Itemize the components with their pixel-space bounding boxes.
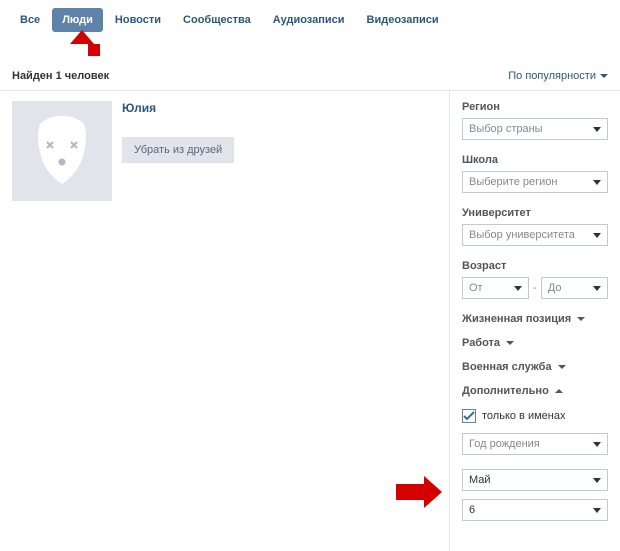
filter-life-stance-toggle[interactable]: Жизненная позиция [462, 313, 608, 325]
work-label: Работа [462, 337, 500, 349]
results-list: Юлия Убрать из друзей [0, 91, 450, 551]
person-name-link[interactable]: Юлия [122, 101, 234, 115]
region-select[interactable]: Выбор страны [462, 118, 608, 140]
chevron-down-icon [593, 233, 601, 238]
school-select[interactable]: Выберите регион [462, 171, 608, 193]
birth-day-select[interactable]: 6 [462, 499, 608, 521]
tab-news[interactable]: Новости [105, 8, 171, 32]
filter-region: Регион Выбор страны [462, 101, 608, 140]
filter-school: Школа Выберите регион [462, 154, 608, 193]
check-icon [463, 411, 475, 421]
chevron-down-icon [593, 478, 601, 483]
filter-military-toggle[interactable]: Военная служба [462, 361, 608, 373]
school-label: Школа [462, 154, 608, 166]
chevron-up-icon [555, 389, 563, 393]
filter-age: Возраст От - До [462, 260, 608, 299]
annotation-arrow-up [70, 30, 94, 44]
results-count: Найден 1 человек [12, 70, 109, 82]
filter-work-toggle[interactable]: Работа [462, 337, 608, 349]
age-from-value: От [469, 282, 483, 294]
chevron-down-icon [593, 442, 601, 447]
person-info: Юлия Убрать из друзей [122, 101, 234, 201]
region-value: Выбор страны [469, 123, 543, 135]
chevron-down-icon [593, 508, 601, 513]
additional-label: Дополнительно [462, 385, 549, 397]
remove-friend-button[interactable]: Убрать из друзей [122, 137, 234, 163]
results-header: Найден 1 человек По популярности [0, 60, 620, 91]
person-row: Юлия Убрать из друзей [12, 101, 437, 201]
birth-month-value: Май [469, 474, 491, 486]
birth-year-select[interactable]: Год рождения [462, 433, 608, 455]
tab-communities[interactable]: Сообщества [173, 8, 261, 32]
age-to-select[interactable]: До [541, 277, 608, 299]
annotation-arrow-right [396, 476, 442, 508]
age-to-value: До [548, 282, 562, 294]
only-names-label: только в именах [482, 410, 565, 422]
chevron-down-icon [593, 286, 601, 291]
military-label: Военная служба [462, 361, 552, 373]
birth-day-group: 6 [462, 499, 608, 521]
age-from-select[interactable]: От [462, 277, 529, 299]
chevron-down-icon [593, 180, 601, 185]
university-select[interactable]: Выбор университета [462, 224, 608, 246]
chevron-down-icon [577, 317, 585, 321]
age-separator: - [533, 282, 537, 294]
birth-day-value: 6 [469, 504, 475, 516]
age-label: Возраст [462, 260, 608, 272]
tab-people[interactable]: Люди [52, 8, 103, 32]
tab-video[interactable]: Видеозаписи [357, 8, 449, 32]
search-tabs: Все Люди Новости Сообщества Аудиозаписи … [0, 0, 620, 32]
filters-panel: Регион Выбор страны Школа Выберите регио… [450, 91, 620, 551]
school-value: Выберите регион [469, 176, 557, 188]
life-stance-label: Жизненная позиция [462, 313, 571, 325]
filter-additional-toggle[interactable]: Дополнительно [462, 385, 608, 397]
filter-university: Университет Выбор университета [462, 207, 608, 246]
chevron-down-icon [506, 341, 514, 345]
birth-month-group: Май [462, 469, 608, 491]
tab-all[interactable]: Все [10, 8, 50, 32]
university-label: Университет [462, 207, 608, 219]
chevron-down-icon [593, 127, 601, 132]
tab-audio[interactable]: Аудиозаписи [263, 8, 355, 32]
chevron-down-icon [514, 286, 522, 291]
birth-year-group: Год рождения [462, 433, 608, 455]
birth-month-select[interactable]: Май [462, 469, 608, 491]
avatar[interactable] [12, 101, 112, 201]
only-names-row: только в именах [462, 409, 608, 423]
default-avatar-icon [32, 116, 92, 186]
chevron-down-icon [600, 74, 608, 78]
region-label: Регион [462, 101, 608, 113]
chevron-down-icon [558, 365, 566, 369]
sort-dropdown[interactable]: По популярности [508, 70, 608, 82]
content-area: Юлия Убрать из друзей Регион Выбор стран… [0, 91, 620, 551]
sort-label: По популярности [508, 70, 596, 82]
university-value: Выбор университета [469, 229, 575, 241]
birth-year-value: Год рождения [469, 438, 540, 450]
only-names-checkbox[interactable] [462, 409, 476, 423]
